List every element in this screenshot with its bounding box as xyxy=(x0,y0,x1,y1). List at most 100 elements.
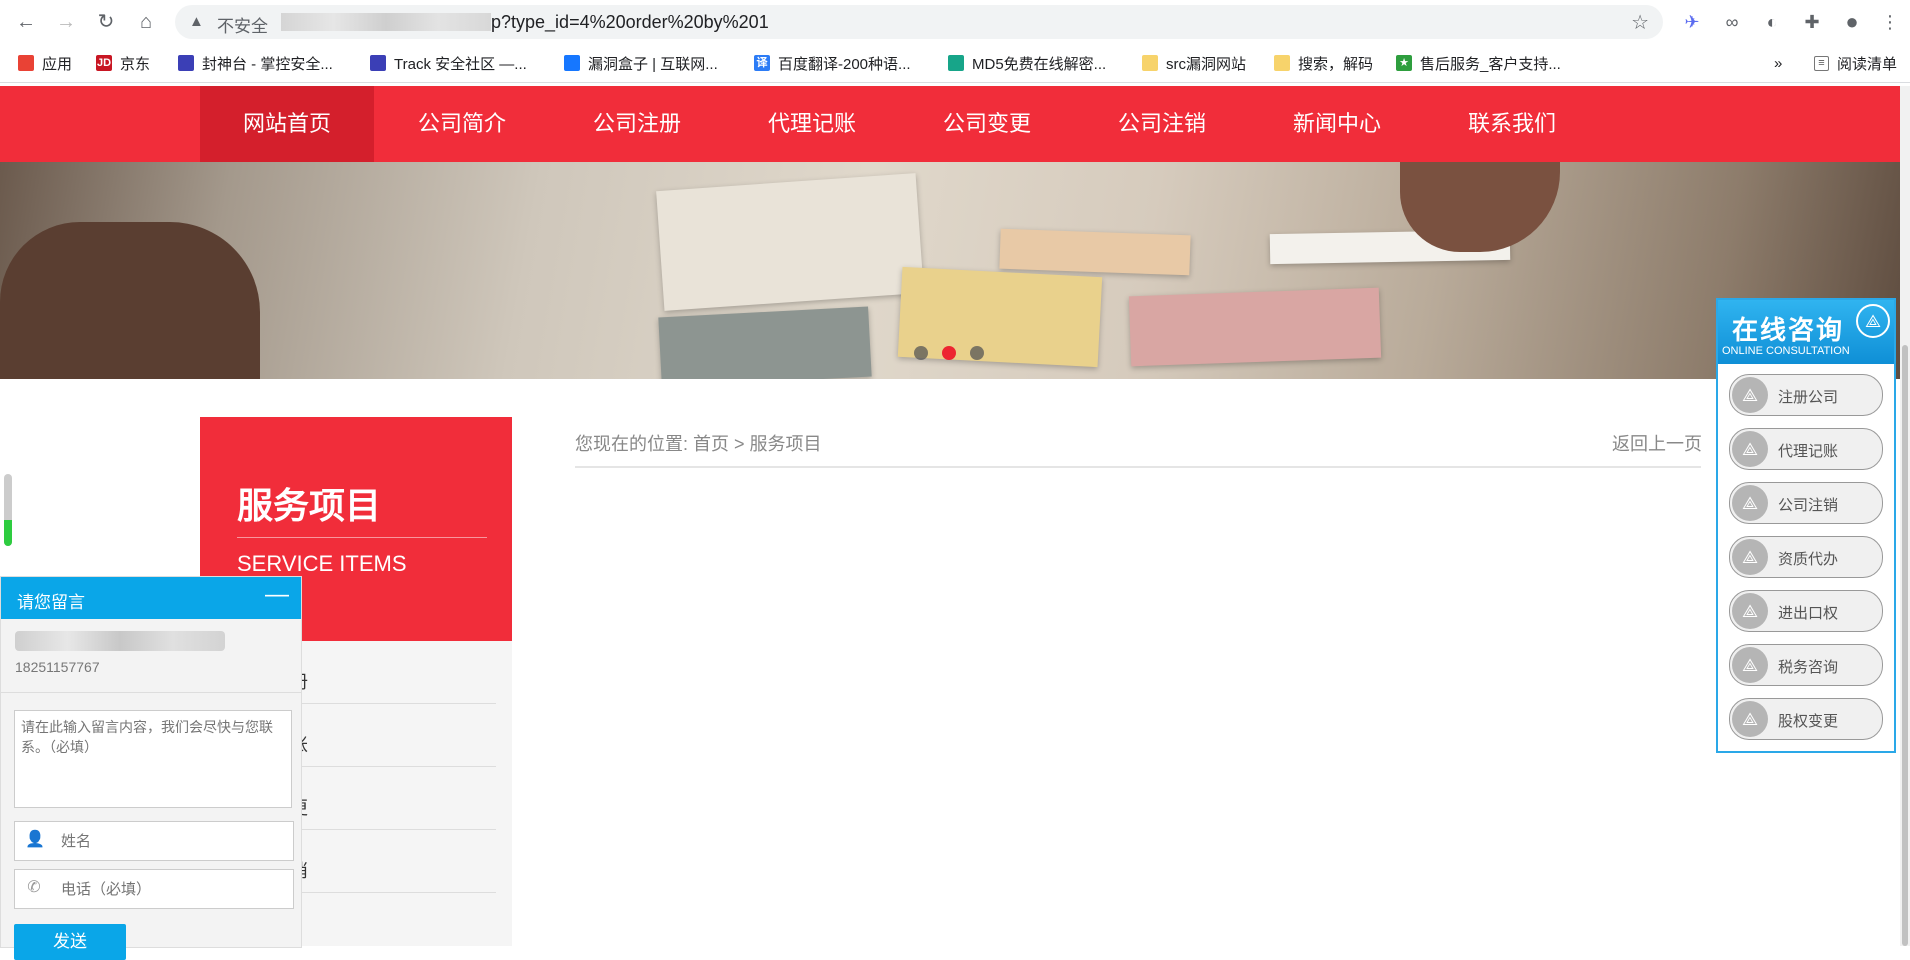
warning-icon: ▲ xyxy=(189,13,204,30)
bookmark-baidu-translate[interactable]: 译百度翻译-200种语... xyxy=(754,53,911,73)
bookmark-label: MD5免费在线解密... xyxy=(972,55,1107,73)
message-panel-title: 请您留言 xyxy=(17,593,85,612)
more-bookmarks-chevron-icon[interactable]: » xyxy=(1774,53,1782,73)
menu-kebab-icon[interactable]: ⋮ xyxy=(1878,10,1902,34)
breadcrumb: 您现在的位置: 首页 > 服务项目 xyxy=(575,434,822,454)
message-textarea[interactable] xyxy=(14,710,292,808)
extensions-puzzle-icon[interactable]: ✚ xyxy=(1800,10,1824,34)
bookmark-star-icon[interactable]: ☆ xyxy=(1631,10,1649,35)
page-scrollbar-thumb[interactable] xyxy=(1902,345,1908,946)
consult-item[interactable]: ⟁ 资质代办 xyxy=(1729,536,1883,578)
reading-list-label: 阅读清单 xyxy=(1837,55,1898,73)
user-icon: 👤 xyxy=(25,831,45,848)
banner-dot[interactable] xyxy=(914,346,928,360)
sidebar-item[interactable]: 册 xyxy=(290,641,496,704)
bookmark-label: 百度翻译-200种语... xyxy=(778,55,911,73)
browser-toolbar: ← → ↻ ⌂ ▲ 不安全 p?type_id=4%20order%20by%2… xyxy=(0,0,1910,44)
progress-fill xyxy=(4,520,12,546)
online-consultation-panel: 在线咨询 ONLINE CONSULTATION ⟁ ⟁ 注册公司 ⟁ 代理记账 ⟁… xyxy=(1716,298,1896,753)
banner-note xyxy=(658,306,872,379)
bookmark-jd[interactable]: JD 京东 xyxy=(96,53,150,73)
consult-item-label: 税务咨询 xyxy=(1778,659,1839,676)
consult-item-label: 代理记账 xyxy=(1778,443,1839,460)
consult-item-label: 资质代办 xyxy=(1778,551,1839,568)
bookmark-label: 漏洞盒子 | 互联网... xyxy=(588,55,718,73)
consult-logo-icon: ⟁ xyxy=(1856,304,1890,338)
consult-item[interactable]: ⟁ 注册公司 xyxy=(1729,374,1883,416)
forward-arrow-icon[interactable]: → xyxy=(54,10,78,34)
banner-dot[interactable] xyxy=(970,346,984,360)
name-input[interactable] xyxy=(59,830,283,852)
bookmark-apps[interactable]: 应用 xyxy=(18,53,72,73)
bookmark-loudonghezi[interactable]: 漏洞盒子 | 互联网... xyxy=(564,53,718,73)
bookmark-label: 搜索，解码 xyxy=(1298,55,1374,73)
redacted-host xyxy=(281,13,491,31)
banner-hand xyxy=(1400,162,1560,252)
phone-field[interactable]: ✆ xyxy=(14,869,294,909)
profile-avatar-icon[interactable]: ● xyxy=(1840,10,1864,34)
redacted-company-name xyxy=(15,631,225,651)
hexagon-icon xyxy=(564,55,580,71)
banner-pager xyxy=(914,346,984,360)
back-link[interactable]: 返回上一页 xyxy=(1612,430,1702,456)
bookmark-src[interactable]: src漏洞网站 xyxy=(1142,53,1246,73)
sidebar-item[interactable]: 账 xyxy=(290,704,496,767)
consult-item[interactable]: ⟁ 进出口权 xyxy=(1729,590,1883,632)
nav-news[interactable]: 新闻中心 xyxy=(1250,86,1424,162)
side-progress-widget[interactable] xyxy=(4,474,12,546)
back-arrow-icon[interactable]: ← xyxy=(14,10,38,34)
consult-item[interactable]: ⟁ 代理记账 xyxy=(1729,428,1883,470)
home-icon[interactable]: ⌂ xyxy=(134,10,158,34)
message-panel: 请您留言 — 18251157767 👤 ✆ 发送 xyxy=(0,576,302,960)
consult-item[interactable]: ⟁ 公司注销 xyxy=(1729,482,1883,524)
extension-link-icon[interactable]: ∞ xyxy=(1720,10,1744,34)
online-consultation-subtitle: ONLINE CONSULTATION xyxy=(1722,345,1850,357)
extension-globe-icon[interactable]: ◐ xyxy=(1760,10,1784,34)
sidebar-item[interactable]: 消 xyxy=(290,830,496,893)
phone-icon: ✆ xyxy=(27,879,41,896)
consult-item-label: 公司注销 xyxy=(1778,497,1839,514)
url-text[interactable]: p?type_id=4%20order%20by%201 xyxy=(491,12,769,33)
sidebar-title: 服务项目 xyxy=(237,485,382,526)
nav-about[interactable]: 公司简介 xyxy=(375,86,549,162)
consult-avatar-icon: ⟁ xyxy=(1732,431,1768,467)
bookmark-search-decode[interactable]: 搜索，解码 xyxy=(1274,53,1373,73)
nav-bookkeeping[interactable]: 代理记账 xyxy=(725,86,899,162)
consult-item-label: 注册公司 xyxy=(1778,389,1839,406)
bookmark-track[interactable]: Track 安全社区 —... xyxy=(370,53,527,73)
banner-note xyxy=(1128,287,1382,367)
reading-list-icon: ≡ xyxy=(1814,55,1829,71)
nav-home[interactable]: 网站首页 xyxy=(200,86,374,162)
reload-icon[interactable]: ↻ xyxy=(94,10,118,34)
nav-registration[interactable]: 公司注册 xyxy=(550,86,724,162)
phone-input[interactable] xyxy=(59,878,283,900)
consult-item[interactable]: ⟁ 股权变更 xyxy=(1729,698,1883,740)
folder-icon xyxy=(1142,55,1158,71)
nav-change[interactable]: 公司变更 xyxy=(900,86,1074,162)
banner-note xyxy=(999,228,1191,276)
nav-deregistration[interactable]: 公司注销 xyxy=(1075,86,1249,162)
insecure-label: 不安全 xyxy=(217,17,268,36)
bookmark-md5[interactable]: MD5免费在线解密... xyxy=(948,53,1106,73)
reading-list[interactable]: ≡ 阅读清单 xyxy=(1814,53,1897,73)
sidebar-subtitle: SERVICE ITEMS xyxy=(237,551,407,576)
banner-dot-active[interactable] xyxy=(942,346,956,360)
minimize-icon[interactable]: — xyxy=(265,583,289,607)
consult-avatar-icon: ⟁ xyxy=(1732,539,1768,575)
extension-bird-icon[interactable]: ✈ xyxy=(1680,10,1704,34)
sidebar-item[interactable]: 更 xyxy=(290,767,496,830)
consult-item[interactable]: ⟁ 税务咨询 xyxy=(1729,644,1883,686)
divider xyxy=(575,466,1701,468)
consult-avatar-icon: ⟁ xyxy=(1732,377,1768,413)
send-button[interactable]: 发送 xyxy=(14,924,126,960)
name-field[interactable]: 👤 xyxy=(14,821,294,861)
nav-contact[interactable]: 联系我们 xyxy=(1425,86,1599,162)
star-icon: ★ xyxy=(1396,55,1412,71)
message-panel-header: 请您留言 — xyxy=(1,577,301,619)
address-bar[interactable]: ▲ 不安全 p?type_id=4%20order%20by%201 ☆ xyxy=(175,5,1663,39)
contact-phone: 18251157767 xyxy=(15,659,100,675)
bookmark-fengshentai[interactable]: 封神台 - 掌控安全... xyxy=(178,53,333,73)
divider xyxy=(1,692,301,693)
apps-grid-icon xyxy=(18,55,34,71)
bookmark-after-sales[interactable]: ★ 售后服务_客户支持... xyxy=(1396,53,1561,73)
